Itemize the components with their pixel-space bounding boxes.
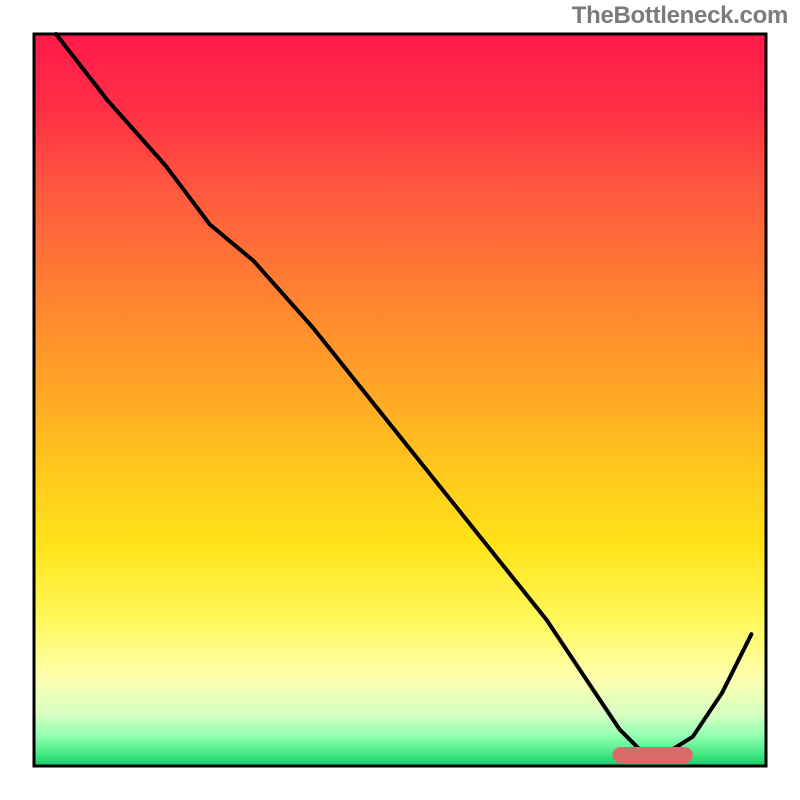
chart-container: TheBottleneck.com — [0, 0, 800, 800]
optimal-range-marker — [612, 747, 693, 763]
bottleneck-chart — [0, 0, 800, 800]
watermark-text: TheBottleneck.com — [572, 2, 788, 30]
